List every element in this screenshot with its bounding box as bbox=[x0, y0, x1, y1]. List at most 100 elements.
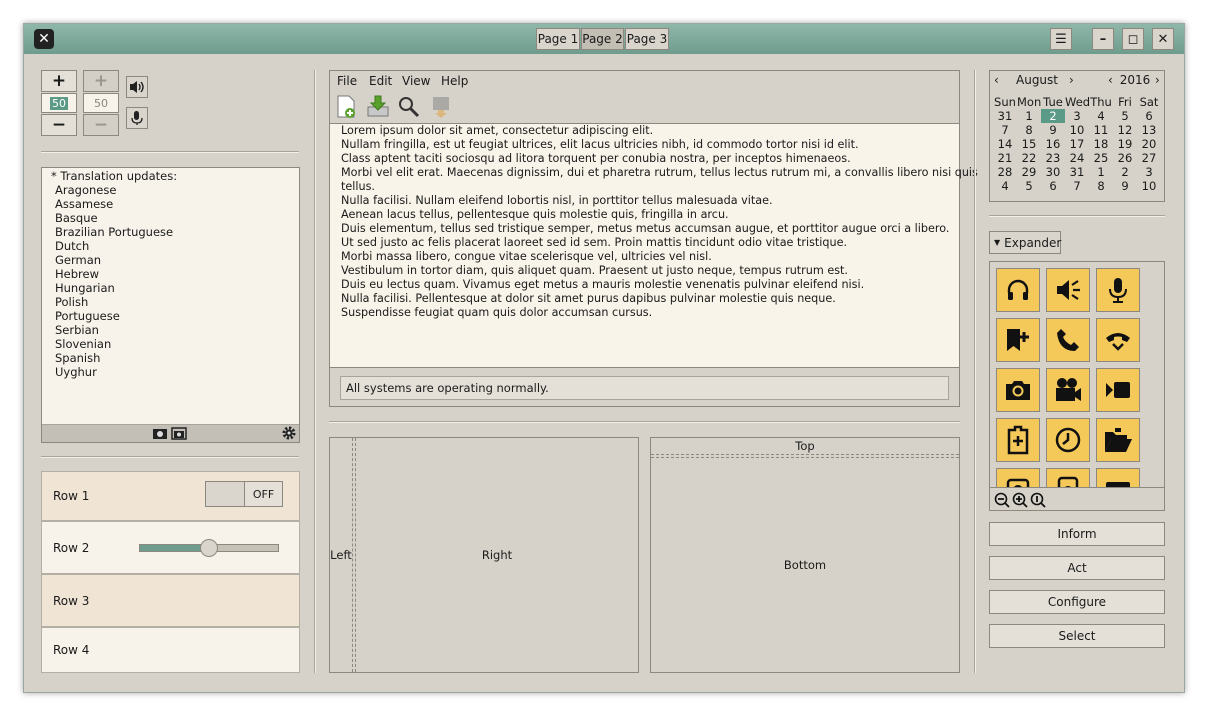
menu-edit[interactable]: Edit bbox=[369, 74, 392, 88]
calendar-day[interactable]: 10 bbox=[1137, 179, 1161, 193]
expander-toggle[interactable]: ▼ Expander bbox=[989, 231, 1061, 254]
icon-view[interactable] bbox=[989, 261, 1165, 511]
calendar-day[interactable]: 4 bbox=[1089, 109, 1113, 123]
calendar-day[interactable]: 12 bbox=[1113, 123, 1137, 137]
phone-icon[interactable] bbox=[1046, 318, 1090, 362]
act-button[interactable]: Act bbox=[989, 556, 1165, 580]
bookmark-add-icon[interactable] bbox=[996, 318, 1040, 362]
calendar-day[interactable]: 7 bbox=[993, 123, 1017, 137]
list-row-4[interactable]: Row 4 bbox=[41, 627, 300, 673]
text-view[interactable]: Lorem ipsum dolor sit amet, consectetur … bbox=[330, 123, 978, 368]
camera-icon[interactable] bbox=[996, 368, 1040, 412]
list-row-3[interactable]: Row 3 bbox=[41, 574, 300, 627]
inform-button[interactable]: Inform bbox=[989, 522, 1165, 546]
gear-icon[interactable] bbox=[281, 425, 297, 441]
calendar-day[interactable]: 22 bbox=[1017, 151, 1041, 165]
calendar-day[interactable]: 14 bbox=[993, 137, 1017, 151]
calendar-day[interactable]: 10 bbox=[1065, 123, 1089, 137]
speaker-icon[interactable] bbox=[1046, 268, 1090, 312]
maximize-icon[interactable]: ◻ bbox=[1122, 28, 1144, 50]
search-icon[interactable] bbox=[398, 96, 420, 118]
calendar-day[interactable]: 8 bbox=[1089, 179, 1113, 193]
spin-value-active[interactable]: 50 bbox=[41, 93, 77, 113]
increment-button[interactable]: + bbox=[41, 70, 77, 92]
hangup-icon[interactable] bbox=[1096, 318, 1140, 362]
list-row-1[interactable]: Row 1 OFF bbox=[41, 471, 300, 521]
calendar-day[interactable]: 3 bbox=[1065, 109, 1089, 123]
calendar[interactable]: ‹ August › ‹ 2016 › Sun Mon Tue Wed Thu … bbox=[989, 70, 1165, 202]
prev-month-icon[interactable]: ‹ bbox=[994, 73, 999, 87]
translation-list[interactable]: * Translation updates: Aragonese Assames… bbox=[41, 167, 300, 443]
menu-icon[interactable]: ☰ bbox=[1050, 28, 1072, 50]
close-icon[interactable]: ✕ bbox=[34, 29, 54, 49]
movie-camera-icon[interactable] bbox=[1046, 368, 1090, 412]
list-item[interactable]: Brazilian Portuguese bbox=[42, 225, 299, 239]
tab-page-1[interactable]: Page 1 bbox=[536, 28, 580, 50]
zoom-in-icon[interactable] bbox=[1012, 492, 1028, 508]
new-document-icon[interactable] bbox=[336, 95, 358, 119]
zoom-reset-icon[interactable] bbox=[1030, 492, 1046, 508]
close-window-icon[interactable]: ✕ bbox=[1152, 28, 1174, 50]
calendar-day[interactable]: 13 bbox=[1137, 123, 1161, 137]
calendar-day[interactable]: 3 bbox=[1137, 165, 1161, 179]
select-button[interactable]: Select bbox=[989, 624, 1165, 648]
calendar-day[interactable]: 29 bbox=[1017, 165, 1041, 179]
next-month-icon[interactable]: › bbox=[1069, 73, 1074, 87]
calendar-day[interactable]: 11 bbox=[1089, 123, 1113, 137]
calendar-day[interactable]: 19 bbox=[1113, 137, 1137, 151]
list-item[interactable]: Hungarian bbox=[42, 281, 299, 295]
calendar-day[interactable]: 16 bbox=[1041, 137, 1065, 151]
calendar-day[interactable]: 2 bbox=[1113, 165, 1137, 179]
calendar-day[interactable]: 27 bbox=[1137, 151, 1161, 165]
tab-page-2[interactable]: Page 2 bbox=[581, 28, 624, 50]
calendar-day[interactable]: 24 bbox=[1065, 151, 1089, 165]
calendar-day[interactable]: 5 bbox=[1113, 109, 1137, 123]
list-item[interactable]: Assamese bbox=[42, 197, 299, 211]
configure-button[interactable]: Configure bbox=[989, 590, 1165, 614]
calendar-day[interactable]: 1 bbox=[1017, 109, 1041, 123]
calendar-day[interactable]: 20 bbox=[1137, 137, 1161, 151]
calendar-day[interactable]: 26 bbox=[1113, 151, 1137, 165]
calendar-day[interactable]: 28 bbox=[993, 165, 1017, 179]
list-item[interactable]: Serbian bbox=[42, 323, 299, 337]
slider-knob[interactable] bbox=[200, 539, 218, 557]
row-1-switch[interactable]: OFF bbox=[205, 481, 283, 507]
calendar-day[interactable]: 31 bbox=[1065, 165, 1089, 179]
list-item[interactable]: Portuguese bbox=[42, 309, 299, 323]
list-item[interactable]: Spanish bbox=[42, 351, 299, 365]
list-item[interactable]: Polish bbox=[42, 295, 299, 309]
video-icon[interactable] bbox=[1096, 368, 1140, 412]
calendar-day[interactable]: 8 bbox=[1017, 123, 1041, 137]
clipboard-add-icon[interactable] bbox=[996, 418, 1040, 462]
calendar-day[interactable]: 25 bbox=[1089, 151, 1113, 165]
clock-icon[interactable] bbox=[1046, 418, 1090, 462]
calendar-day[interactable]: 30 bbox=[1041, 165, 1065, 179]
list-item[interactable]: Basque bbox=[42, 211, 299, 225]
download-icon[interactable] bbox=[366, 94, 390, 118]
tab-page-3[interactable]: Page 3 bbox=[625, 28, 669, 50]
calendar-day[interactable]: 15 bbox=[1017, 137, 1041, 151]
list-item[interactable]: Slovenian bbox=[42, 337, 299, 351]
calendar-day[interactable]: 7 bbox=[1065, 179, 1089, 193]
prev-year-icon[interactable]: ‹ bbox=[1108, 73, 1113, 87]
screenshot-window-icon[interactable] bbox=[171, 426, 187, 440]
screenshot-icon[interactable] bbox=[152, 426, 168, 440]
microphone-icon[interactable] bbox=[1096, 268, 1140, 312]
headphones-icon[interactable] bbox=[996, 268, 1040, 312]
calendar-day[interactable]: 18 bbox=[1089, 137, 1113, 151]
calendar-day[interactable]: 4 bbox=[993, 179, 1017, 193]
calendar-day[interactable]: 9 bbox=[1041, 123, 1065, 137]
minimize-icon[interactable]: – bbox=[1092, 28, 1114, 50]
calendar-day-selected[interactable]: 2 bbox=[1041, 109, 1065, 123]
list-item[interactable]: German bbox=[42, 253, 299, 267]
calendar-day[interactable]: 17 bbox=[1065, 137, 1089, 151]
list-item[interactable]: Dutch bbox=[42, 239, 299, 253]
next-year-icon[interactable]: › bbox=[1155, 73, 1160, 87]
list-item[interactable]: Hebrew bbox=[42, 267, 299, 281]
list-item[interactable]: Uyghur bbox=[42, 365, 299, 379]
volume-icon[interactable] bbox=[126, 76, 148, 98]
microphone-sensitivity-icon[interactable] bbox=[126, 107, 148, 129]
row-2-slider[interactable] bbox=[139, 539, 279, 557]
calendar-day[interactable]: 6 bbox=[1041, 179, 1065, 193]
calendar-day[interactable]: 1 bbox=[1089, 165, 1113, 179]
